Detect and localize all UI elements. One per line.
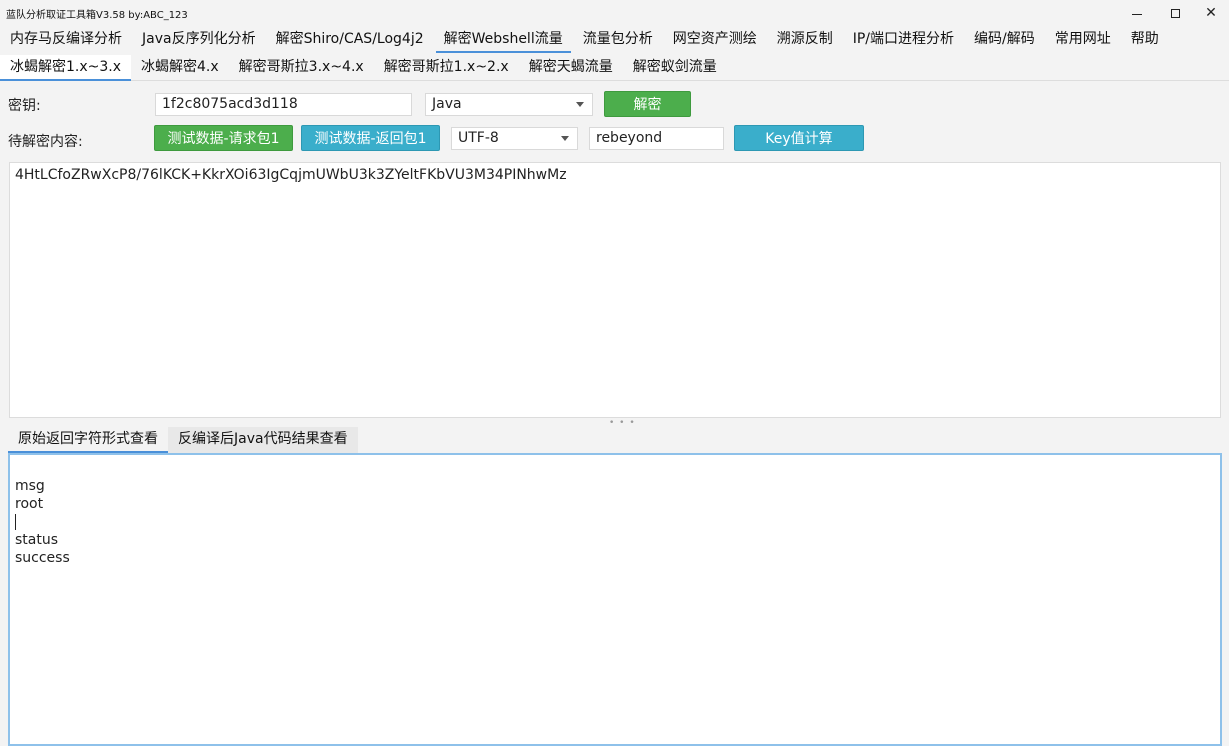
tab-raw-string-view[interactable]: 原始返回字符形式查看 bbox=[8, 427, 168, 453]
key-input[interactable]: 1f2c8075acd3d118 bbox=[155, 93, 412, 116]
tab-godzilla-3-4[interactable]: 解密哥斯拉3.x~4.x bbox=[229, 55, 374, 80]
tab-behinder-4[interactable]: 冰蝎解密4.x bbox=[131, 55, 229, 80]
menu-traceback[interactable]: 溯源反制 bbox=[767, 27, 843, 53]
encrypted-content-text: 4HtLCfoZRwXcP8/76lKCK+KkrXOi63IgCqjmUWbU… bbox=[15, 167, 567, 183]
menu-memshell-decompile[interactable]: 内存马反编译分析 bbox=[0, 27, 132, 53]
tab-decompiled-java-view[interactable]: 反编译后Java代码结果查看 bbox=[168, 427, 358, 453]
menu-decrypt-webshell[interactable]: 解密Webshell流量 bbox=[434, 27, 573, 53]
test-request-button[interactable]: 测试数据-请求包1 bbox=[154, 125, 293, 151]
encrypted-content-textarea[interactable]: 4HtLCfoZRwXcP8/76lKCK+KkrXOi63IgCqjmUWbU… bbox=[9, 162, 1221, 418]
encoding-select-value: UTF-8 bbox=[458, 130, 499, 146]
close-icon: ✕ bbox=[1205, 5, 1217, 21]
menu-common-urls[interactable]: 常用网址 bbox=[1045, 27, 1121, 53]
window-title: 蓝队分析取证工具箱V3.58 by:ABC_123 bbox=[6, 10, 188, 21]
encoding-select[interactable]: UTF-8 bbox=[451, 127, 578, 150]
tab-tianxie[interactable]: 解密天蝎流量 bbox=[519, 55, 623, 80]
chevron-down-icon bbox=[576, 102, 584, 107]
menu-ip-port-process[interactable]: IP/端口进程分析 bbox=[843, 27, 964, 53]
output-tabs: 原始返回字符形式查看 反编译后Java代码结果查看 bbox=[8, 427, 358, 453]
menu-help[interactable]: 帮助 bbox=[1121, 27, 1169, 53]
splitter-handle[interactable]: • • • bbox=[609, 418, 636, 428]
tab-behinder-1-3[interactable]: 冰蝎解密1.x~3.x bbox=[0, 55, 132, 81]
key-calc-button[interactable]: Key值计算 bbox=[734, 125, 864, 151]
title-bar: 蓝队分析取证工具箱V3.58 by:ABC_123 ✕ bbox=[0, 0, 1229, 26]
password-input[interactable]: rebeyond bbox=[589, 127, 724, 150]
output-line: root bbox=[15, 496, 44, 512]
content-label: 待解密内容: bbox=[8, 134, 83, 150]
menu-pcap-analysis[interactable]: 流量包分析 bbox=[573, 27, 663, 53]
test-response-button[interactable]: 测试数据-返回包1 bbox=[301, 125, 440, 151]
output-line: success bbox=[15, 550, 70, 566]
menu-java-deserialize[interactable]: Java反序列化分析 bbox=[132, 27, 266, 53]
menu-asset-mapping[interactable]: 网空资产测绘 bbox=[663, 27, 767, 53]
close-button[interactable]: ✕ bbox=[1188, 0, 1229, 26]
language-select-value: Java bbox=[432, 96, 462, 112]
output-line: msg bbox=[15, 478, 45, 494]
output-line: status bbox=[15, 532, 59, 548]
main-menu-bar: 内存马反编译分析 Java反序列化分析 解密Shiro/CAS/Log4j2 解… bbox=[0, 27, 1229, 53]
menu-encode-decode[interactable]: 编码/解码 bbox=[964, 27, 1045, 53]
language-select[interactable]: Java bbox=[425, 93, 593, 116]
decrypt-button[interactable]: 解密 bbox=[604, 91, 691, 117]
text-cursor bbox=[15, 514, 16, 530]
decrypted-output-textarea[interactable]: msg root status success bbox=[8, 453, 1222, 746]
menu-decrypt-shiro[interactable]: 解密Shiro/CAS/Log4j2 bbox=[266, 27, 434, 53]
key-label: 密钥: bbox=[8, 98, 41, 114]
output-line-caret bbox=[15, 513, 1215, 531]
webshell-subtabs: 冰蝎解密1.x~3.x 冰蝎解密4.x 解密哥斯拉3.x~4.x 解密哥斯拉1.… bbox=[0, 55, 1229, 81]
tab-godzilla-1-2[interactable]: 解密哥斯拉1.x~2.x bbox=[374, 55, 519, 80]
maximize-icon bbox=[1170, 8, 1180, 18]
tab-antsword[interactable]: 解密蚁剑流量 bbox=[623, 55, 727, 80]
minimize-icon bbox=[1132, 13, 1142, 15]
chevron-down-icon bbox=[561, 136, 569, 141]
